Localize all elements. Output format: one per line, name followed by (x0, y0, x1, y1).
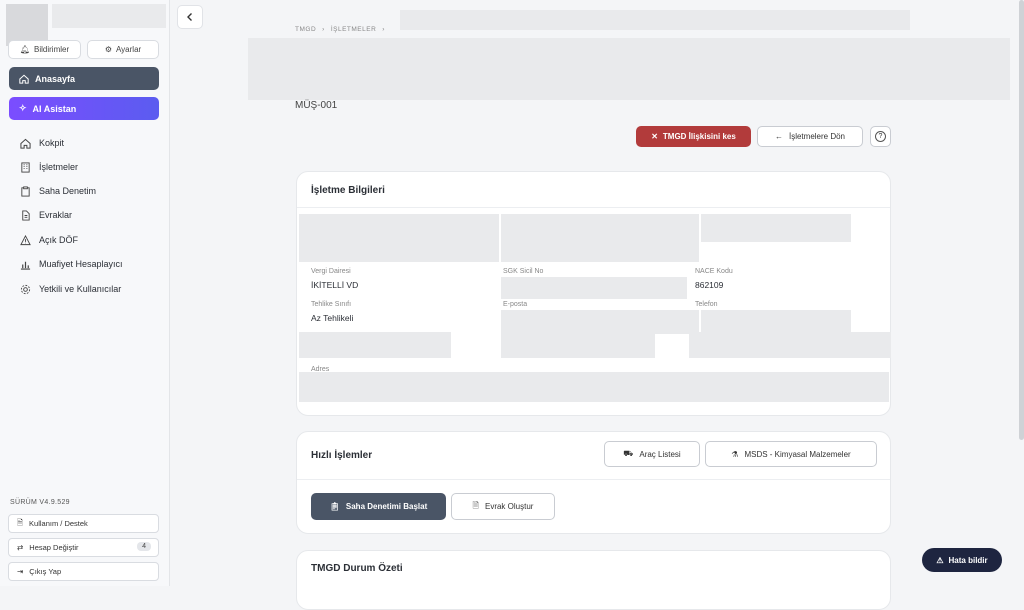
chevron-right-icon: › (322, 26, 325, 33)
account-count-badge: 4 (137, 542, 151, 551)
phone-value-redacted (701, 310, 851, 332)
sidebar-item-businesses[interactable]: İşletmeler (20, 159, 78, 175)
clipboard-icon (21, 185, 30, 197)
sidebar-item-exemption-calc[interactable]: Muafiyet Hesaplayıcı (20, 256, 123, 272)
logout-button[interactable]: ⇥ Çıkış Yap (8, 562, 159, 581)
redacted-field (701, 214, 851, 242)
redacted-field (689, 332, 891, 358)
nav-ai-assistant[interactable]: ✧ AI Asistan (9, 97, 159, 120)
chevron-right-icon: › (382, 26, 385, 33)
help-button[interactable]: ? (870, 126, 891, 147)
create-document-button[interactable]: 🗎 Evrak Oluştur (451, 493, 555, 520)
version-label: SÜRÜM V4.9.529 (10, 499, 70, 506)
help-icon: ? (875, 131, 886, 142)
hazard-value: Az Tehlikeli (311, 313, 354, 323)
nace-value: 862109 (695, 280, 724, 290)
sgk-value-redacted (501, 277, 687, 299)
logout-icon: ⇥ (17, 567, 24, 576)
gear-icon: ⚙ (104, 45, 112, 54)
arrow-left-icon: ← (774, 132, 783, 141)
breadcrumb-root[interactable]: TMGD (295, 26, 316, 33)
hazard-label: Tehlike Sınıfı (311, 301, 352, 308)
bell-icon: 🔔︎ (19, 45, 31, 54)
support-button[interactable]: 🗎 Kullanım / Destek (8, 514, 159, 533)
tmgd-status-card: TMGD Durum Özeti (296, 550, 891, 610)
users-icon (20, 284, 31, 294)
redacted-field (299, 214, 499, 262)
redacted-field (299, 332, 451, 358)
chevron-left-icon (187, 13, 192, 21)
redacted-field (501, 214, 699, 262)
switch-account-button[interactable]: ⇄ Hesap Değiştir 4 (8, 538, 159, 557)
customer-code: MÜŞ-001 (295, 100, 338, 111)
document-icon (22, 209, 30, 221)
sidebar-item-field-inspection[interactable]: Saha Denetim (20, 183, 96, 199)
msds-button[interactable]: ⚗ MSDS - Kimyasal Malzemeler (705, 441, 877, 467)
card-title: TMGD Durum Özeti (311, 563, 403, 574)
business-info-card: İşletme Bilgileri Vergi Dairesi İKİTELLİ… (296, 171, 891, 416)
phone-label: Telefon (695, 301, 718, 308)
scrollbar[interactable] (1019, 0, 1024, 440)
card-title: Hızlı İşlemler (311, 450, 373, 461)
tax-office-label: Vergi Dairesi (311, 268, 351, 275)
sidebar-item-users[interactable]: Yetkili ve Kullanıcılar (20, 281, 121, 297)
header-redacted (400, 10, 910, 30)
document-icon: 🗎 (17, 518, 24, 527)
remove-relation-button[interactable]: ✕ TMGD İlişkisini kes (636, 126, 751, 147)
breadcrumb: TMGD › İŞLETMELER › (295, 26, 385, 33)
home-icon (19, 74, 29, 84)
business-title-redacted (248, 38, 1010, 100)
user-name-redacted (52, 4, 166, 28)
redacted-field (501, 332, 655, 358)
divider (297, 207, 890, 208)
divider (297, 479, 890, 480)
warning-icon: ⚠ (936, 555, 944, 565)
sidebar: 🔔︎ Bildirimler ⚙ Ayarlar Anasayfa ✧ AI A… (0, 0, 170, 586)
start-inspection-button[interactable]: 📋︎ Saha Denetimi Başlat (311, 493, 446, 520)
quick-actions-card: Hızlı İşlemler ⛟ Araç Listesi ⚗ MSDS - K… (296, 431, 891, 534)
home-icon (20, 138, 31, 149)
settings-button[interactable]: ⚙ Ayarlar (87, 40, 159, 59)
swap-icon: ⇄ (17, 543, 24, 552)
email-value-redacted (501, 310, 699, 334)
vehicle-list-button[interactable]: ⛟ Araç Listesi (604, 441, 700, 467)
nace-label: NACE Kodu (695, 268, 733, 275)
close-icon: ✕ (651, 132, 658, 141)
clipboard-icon: 📋︎ (329, 502, 340, 511)
flask-icon: ⚗ (731, 449, 739, 459)
truck-icon: ⛟ (623, 449, 634, 458)
building-icon (21, 161, 30, 173)
sidebar-item-open-dof[interactable]: Açık DÖF (20, 232, 78, 248)
sparkle-icon: ✧ (19, 103, 27, 113)
breadcrumb-section[interactable]: İŞLETMELER (331, 26, 376, 33)
notifications-button[interactable]: 🔔︎ Bildirimler (8, 40, 81, 59)
nav-home[interactable]: Anasayfa (9, 67, 159, 90)
back-to-businesses-button[interactable]: ← İşletmelere Dön (757, 126, 863, 147)
card-title: İşletme Bilgileri (311, 185, 385, 196)
address-value-redacted (299, 372, 889, 402)
report-bug-button[interactable]: ⚠ Hata bildir (922, 548, 1002, 572)
email-label: E-posta (503, 301, 528, 308)
warning-icon (20, 234, 31, 245)
tax-office-value: İKİTELLİ VD (311, 280, 359, 290)
sidebar-item-kokpit[interactable]: Kokpit (20, 135, 64, 151)
sidebar-item-documents[interactable]: Evraklar (20, 207, 72, 223)
sgk-label: SGK Sicil No (503, 268, 544, 275)
back-button[interactable] (177, 5, 203, 29)
document-icon: 🗎 (472, 500, 479, 510)
chart-icon (20, 261, 31, 270)
